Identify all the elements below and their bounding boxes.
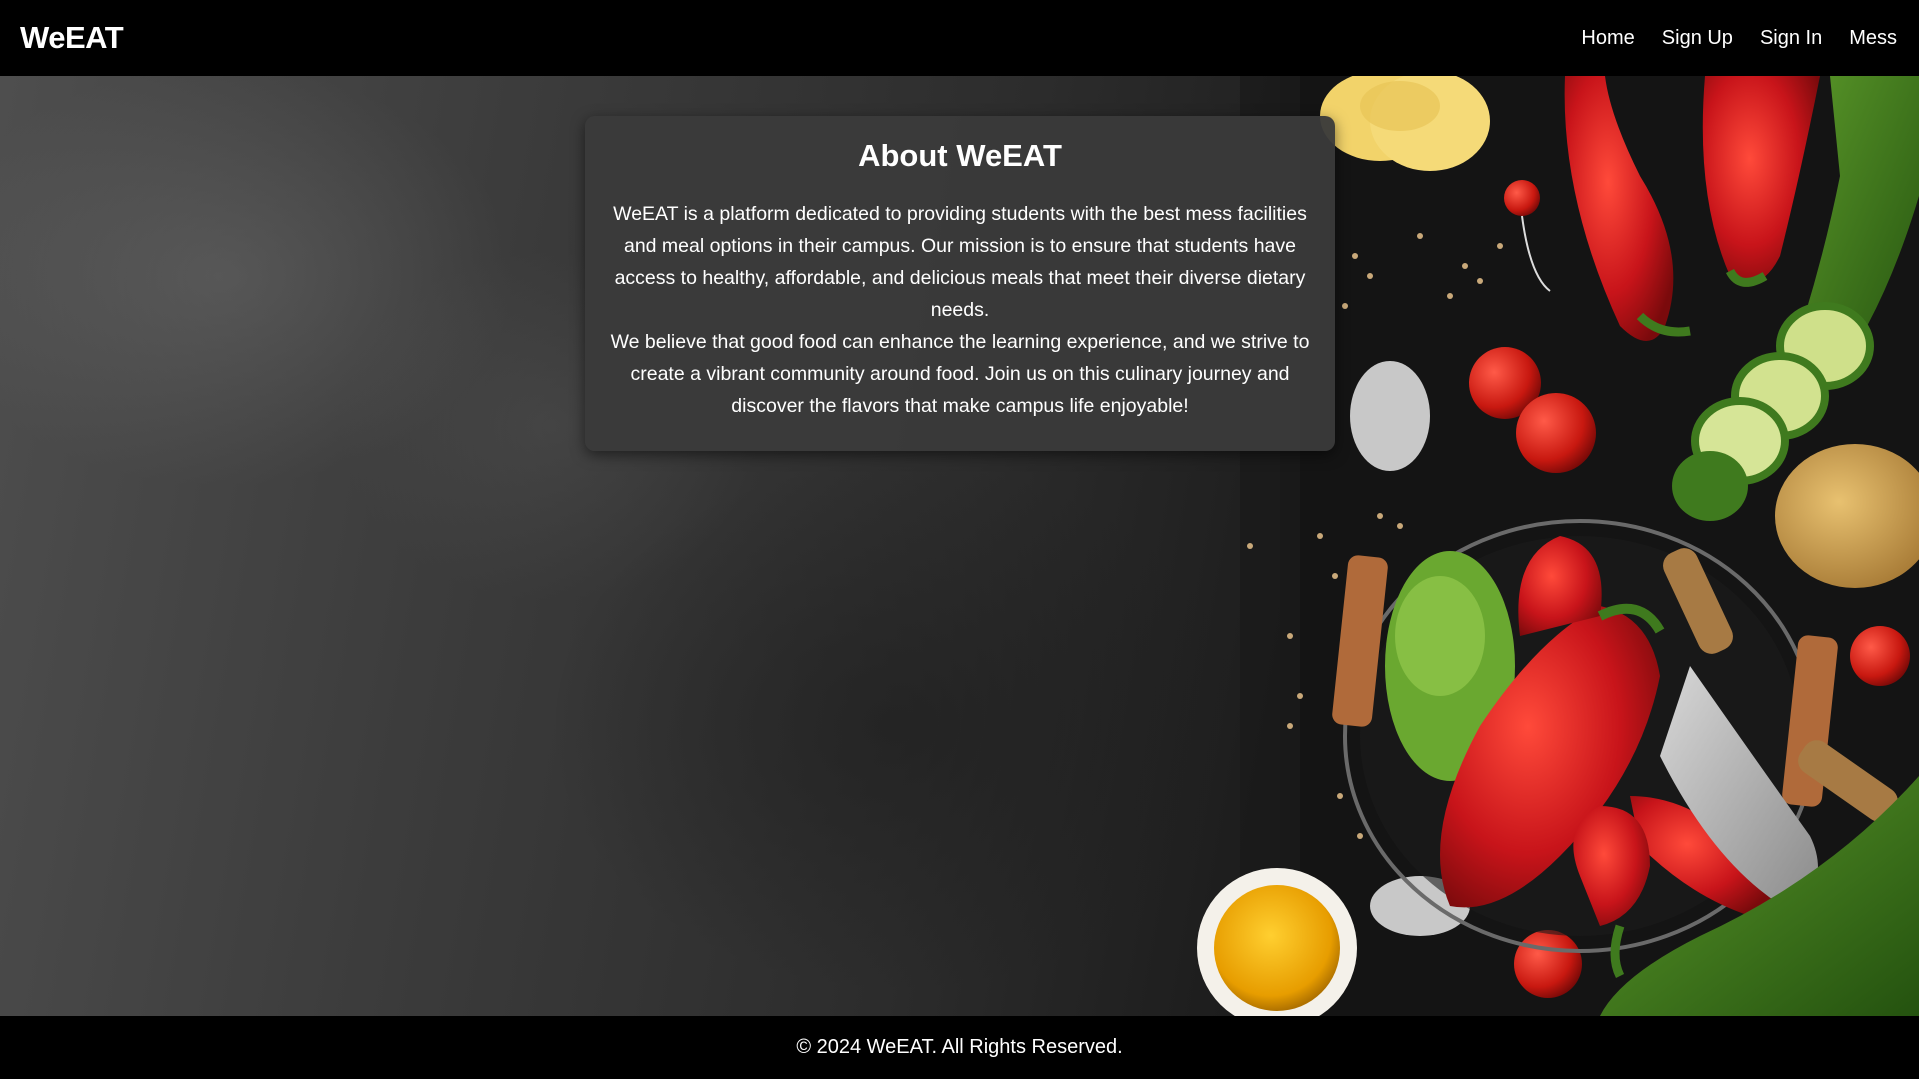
nav-link-mess[interactable]: Mess: [1849, 27, 1897, 50]
footer: © 2024 WeEAT. All Rights Reserved.: [0, 1016, 1919, 1079]
about-paragraph-1: WeEAT is a platform dedicated to providi…: [613, 203, 1307, 321]
nav-link-home[interactable]: Home: [1581, 27, 1634, 50]
brand-logo[interactable]: WeEAT: [20, 20, 124, 56]
about-paragraph-2: We believe that good food can enhance th…: [610, 331, 1310, 417]
about-title: About WeEAT: [858, 138, 1062, 173]
about-card: About WeEAT WeEAT is a platform dedicate…: [585, 116, 1335, 451]
hero-background: About WeEAT WeEAT is a platform dedicate…: [0, 76, 1919, 1016]
nav-link-sign-up[interactable]: Sign Up: [1662, 27, 1733, 50]
footer-copyright: © 2024 WeEAT. All Rights Reserved.: [796, 1036, 1123, 1058]
nav-link-sign-in[interactable]: Sign In: [1760, 27, 1822, 50]
nav-links: Home Sign Up Sign In Mess: [1581, 27, 1899, 50]
navbar: WeEAT Home Sign Up Sign In Mess: [0, 0, 1919, 76]
